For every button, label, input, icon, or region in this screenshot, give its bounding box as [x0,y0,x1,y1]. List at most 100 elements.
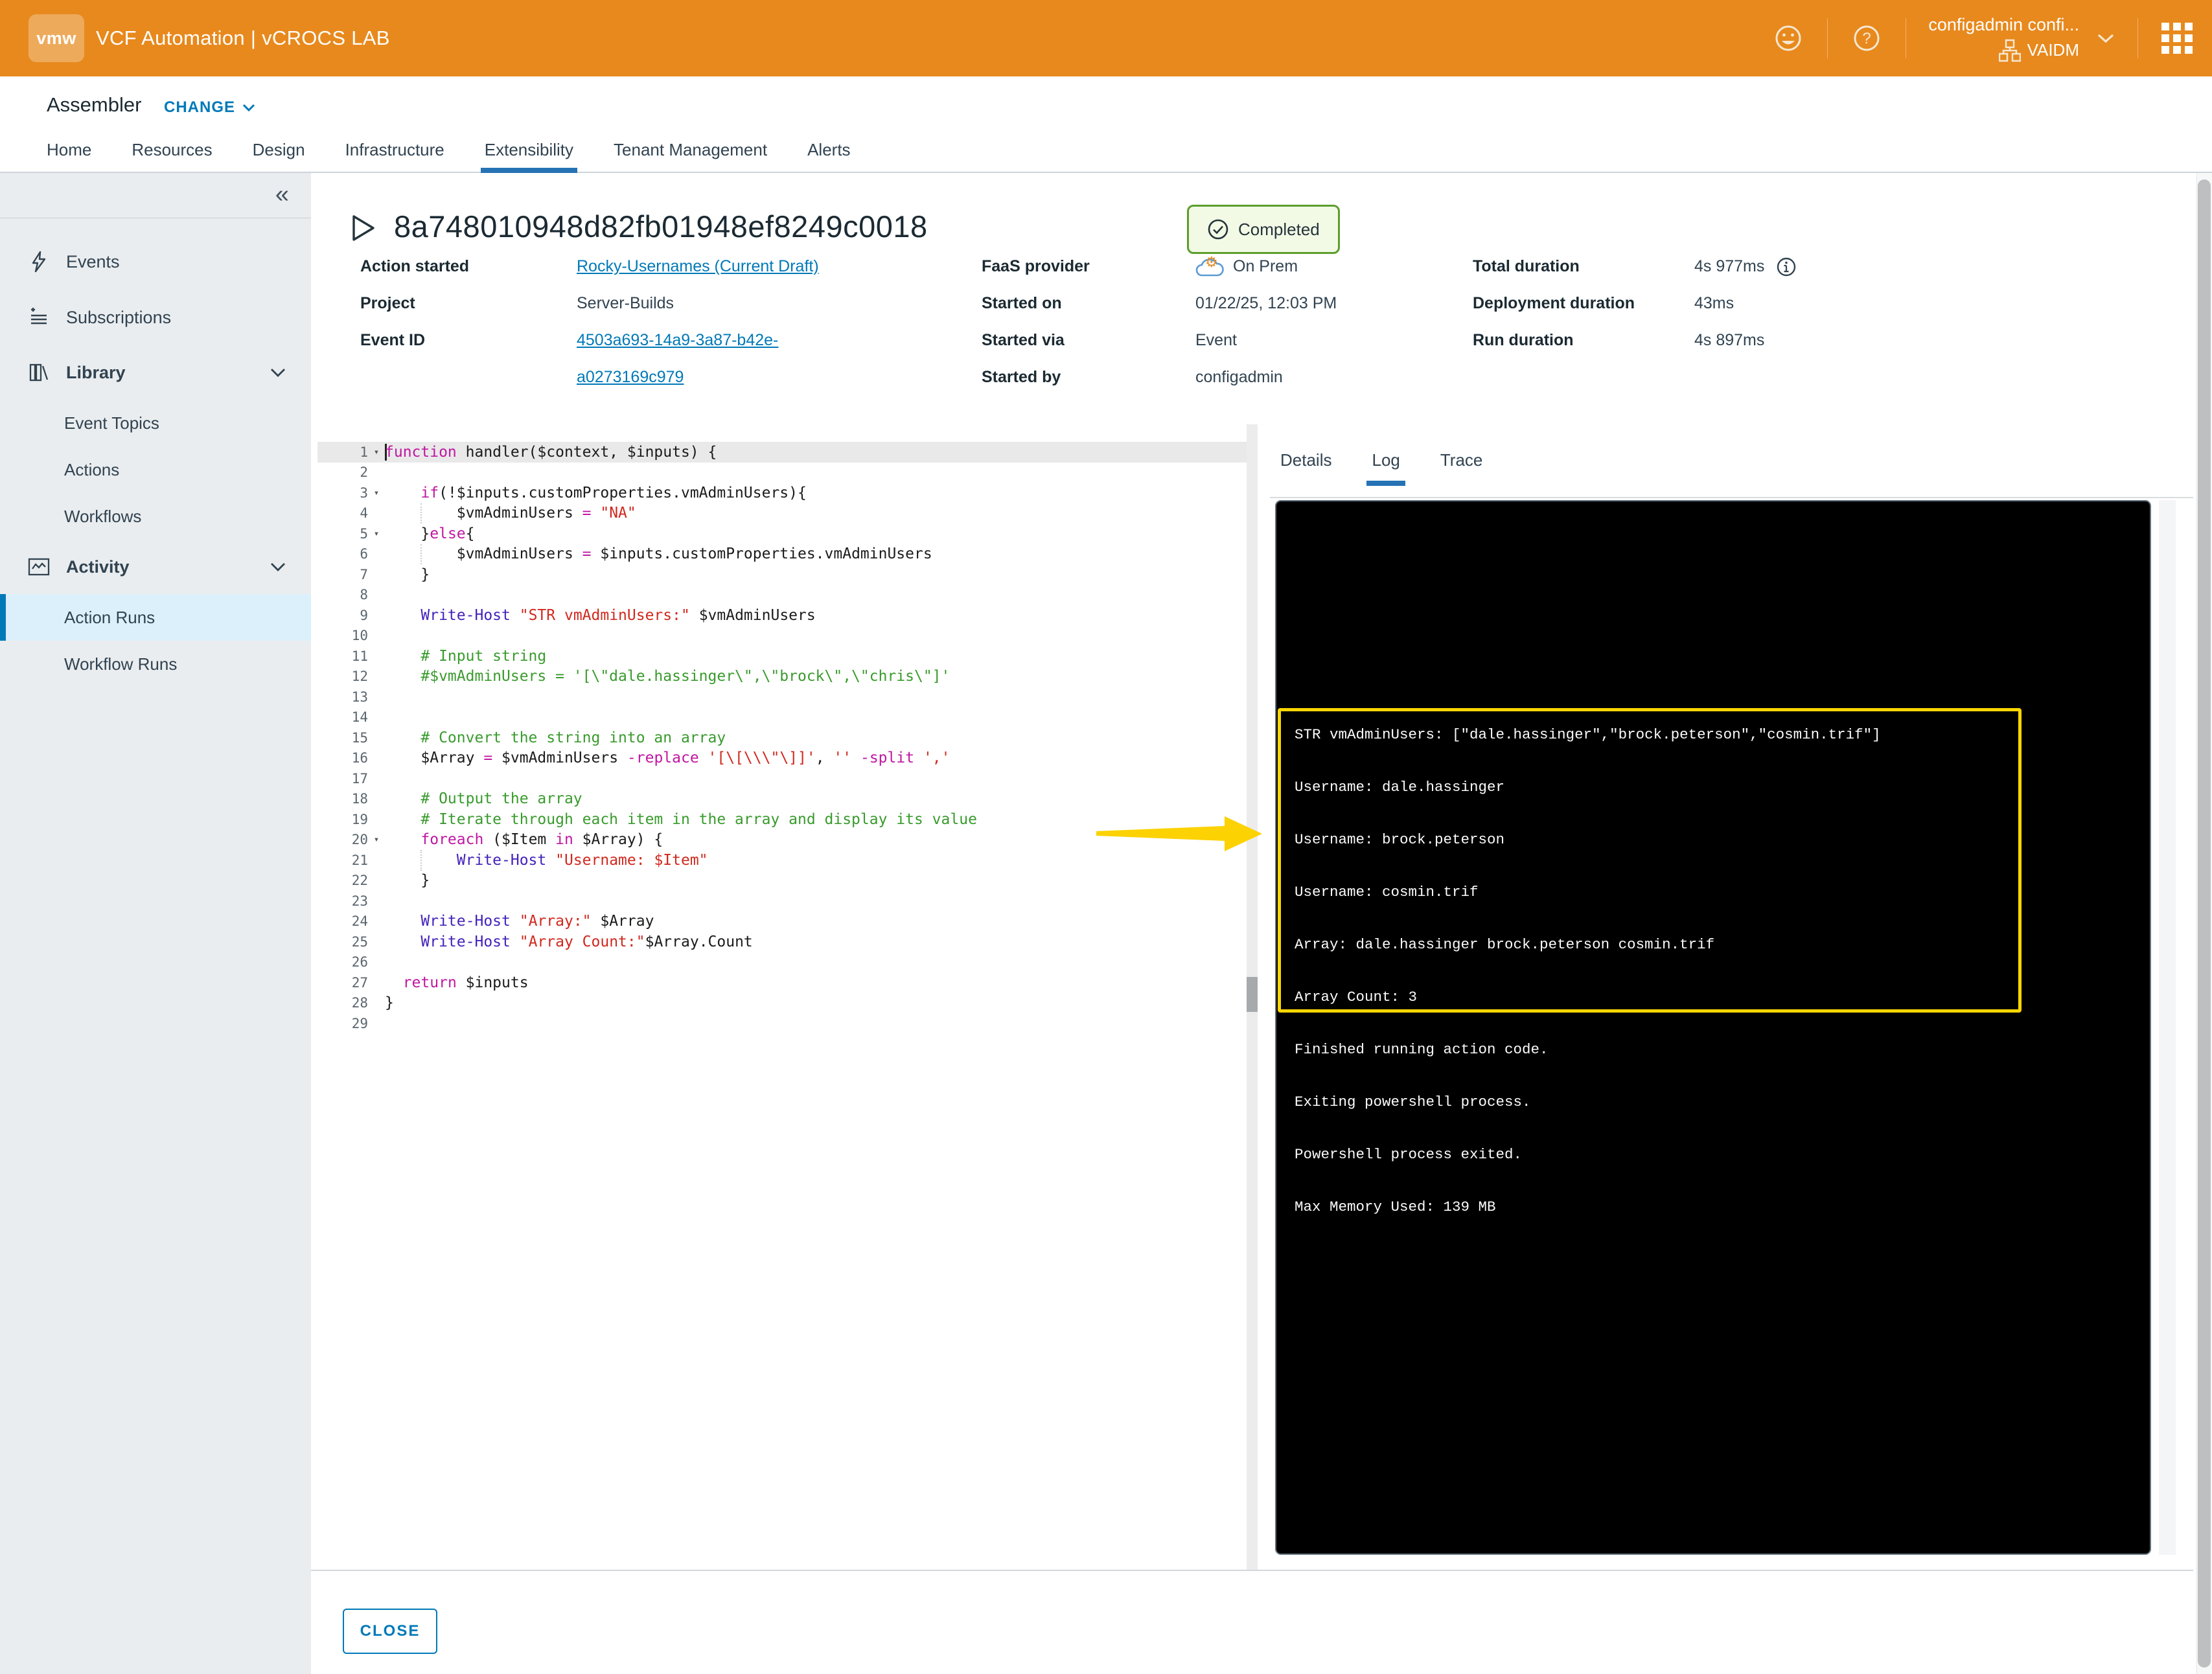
detail-row: Started byconfigadmin [982,359,1337,396]
line-number: 7 [317,567,368,582]
page-scrollbar-thumb[interactable] [2198,179,2211,1668]
panel-scrollbar[interactable] [2159,500,2176,1555]
help-icon[interactable]: ? [1850,21,1884,55]
detail-row: Event ID4503a693-14a9-3a87-b42e- [360,322,819,359]
indent-guide [421,503,422,524]
code-line[interactable]: 26 [317,952,1247,973]
detail-value-link[interactable]: 4503a693-14a9-3a87-b42e- [577,331,778,350]
chevron-down-icon[interactable] [2096,32,2115,45]
detail-value: 01/22/25, 12:03 PM [1195,294,1337,313]
info-icon[interactable] [1776,257,1797,277]
code-line[interactable]: 12 #$vmAdminUsers = '[\"dale.hassinger\"… [317,667,1247,687]
detail-row: a0273169c979 [360,359,819,396]
detail-value-link[interactable]: a0273169c979 [577,368,684,387]
log-line: Array Count: 3 [1295,987,2137,1040]
sidebar-item-workflow-runs[interactable]: Workflow Runs [0,641,311,687]
detail-value: 4s 897ms [1694,331,1764,350]
code-line[interactable]: 5▾ }else{ [317,523,1247,544]
log-line: Max Memory Used: 139 MB [1295,1197,2137,1250]
vmware-logo-text: vmw [36,29,76,49]
line-number: 26 [317,954,368,970]
code-line[interactable]: 25 Write-Host "Array Count:"$Array.Count [317,932,1247,952]
code-line[interactable]: 27 return $inputs [317,972,1247,993]
nav-tab-infrastructure[interactable]: Infrastructure [345,140,444,172]
code-line[interactable]: 2 [317,463,1247,483]
detail-label: Event ID [360,331,577,350]
nav-tab-design[interactable]: Design [253,140,305,172]
code-line[interactable]: 28} [317,993,1247,1014]
log-line: Array: dale.hassinger brock.peterson cos… [1295,935,2137,987]
nav-tab-resources[interactable]: Resources [132,140,212,172]
sidebar-item-workflows[interactable]: Workflows [0,493,311,540]
splitter-drag-handle[interactable] [1247,977,1258,1012]
code-text: return $inputs [385,974,529,991]
code-line[interactable]: 6 $vmAdminUsers = $inputs.customProperti… [317,544,1247,565]
detail-value-link[interactable]: Rocky-Usernames (Current Draft) [577,257,819,276]
svg-text:⚙: ⚙ [1205,255,1218,271]
code-line[interactable]: 13 [317,687,1247,707]
tab-trace[interactable]: Trace [1440,450,1483,486]
change-app-button[interactable]: CHANGE [164,98,256,117]
sidebar-item-label: Library [66,363,126,383]
log-line: Username: dale.hassinger [1295,777,2137,830]
nav-tab-tenant-management[interactable]: Tenant Management [614,140,767,172]
code-line[interactable]: 23 [317,891,1247,912]
fold-arrow-icon[interactable]: ▾ [368,834,385,845]
line-number: 5 [317,526,368,542]
nav-tab-home[interactable]: Home [47,140,91,172]
log-terminal[interactable]: STR vmAdminUsers: ["dale.hassinger","bro… [1275,500,2151,1555]
nav-tab-alerts[interactable]: Alerts [807,140,850,172]
detail-value: 43ms [1694,294,1734,313]
line-number: 18 [317,791,368,807]
top-header: vmw VCF Automation | vCROCS LAB ? config… [0,0,2212,76]
details-column-1: Action startedRocky-Usernames (Current D… [360,248,819,396]
lightning-icon [26,251,52,273]
code-line[interactable]: 3▾ if(!$inputs.customProperties.vmAdminU… [317,483,1247,503]
user-menu[interactable]: configadmin confi... VAIDM [1928,15,2079,62]
fold-arrow-icon[interactable]: ▾ [368,488,385,498]
app-bar: Assembler CHANGE [0,76,2212,136]
code-line[interactable]: 16 $Array = $vmAdminUsers -replace '[\[\… [317,748,1247,769]
panel-splitter[interactable] [1247,424,1258,1570]
play-icon [350,214,377,242]
code-line[interactable]: 22 } [317,871,1247,891]
code-line[interactable]: 24 Write-Host "Array:" $Array [317,912,1247,932]
code-line[interactable]: 4 $vmAdminUsers = "NA" [317,503,1247,524]
tenant-name: VAIDM [2027,40,2079,60]
line-number: 22 [317,873,368,888]
sidebar-item-label: Event Topics [64,413,159,433]
code-line[interactable]: 18 # Output the array [317,789,1247,810]
code-line[interactable]: 10 [317,626,1247,647]
feedback-smiley-icon[interactable] [1771,21,1805,55]
code-text: $vmAdminUsers = $inputs.customProperties… [385,545,932,562]
fold-arrow-icon[interactable]: ▾ [368,447,385,457]
code-line[interactable]: 8 [317,585,1247,606]
code-line[interactable]: 29 [317,1013,1247,1034]
log-line: STR vmAdminUsers: ["dale.hassinger","bro… [1295,725,2137,777]
fold-arrow-icon[interactable]: ▾ [368,529,385,539]
tab-details[interactable]: Details [1280,450,1331,486]
sidebar-item-library[interactable]: Library [0,345,311,400]
nav-tab-extensibility[interactable]: Extensibility [485,140,573,172]
sidebar-item-action-runs[interactable]: Action Runs [0,594,311,641]
sidebar-item-subscriptions[interactable]: Subscriptions [0,290,311,345]
code-line[interactable]: 9 Write-Host "STR vmAdminUsers:" $vmAdmi… [317,605,1247,626]
code-line[interactable]: 1▾function handler($context, $inputs) { [317,442,1247,463]
close-button[interactable]: CLOSE [343,1609,437,1654]
line-number: 17 [317,771,368,786]
code-line[interactable]: 14 [317,707,1247,728]
sidebar-collapse-icon[interactable]: « [275,182,289,207]
code-line[interactable]: 11 # Input string [317,646,1247,667]
code-line[interactable]: 7 } [317,564,1247,585]
apps-grid-icon[interactable] [2160,21,2194,55]
sidebar-item-events[interactable]: Events [0,234,311,290]
code-line[interactable]: 17 [317,768,1247,789]
sidebar-item-event-topics[interactable]: Event Topics [0,400,311,446]
sidebar-item-actions[interactable]: Actions [0,446,311,493]
log-line: Username: cosmin.trif [1295,882,2137,935]
code-line[interactable]: 15 # Convert the string into an array [317,728,1247,748]
tab-log[interactable]: Log [1372,450,1400,486]
line-number: 28 [317,995,368,1011]
code-editor[interactable]: 1▾function handler($context, $inputs) {2… [317,428,1247,1570]
sidebar-item-activity[interactable]: Activity [0,540,311,594]
